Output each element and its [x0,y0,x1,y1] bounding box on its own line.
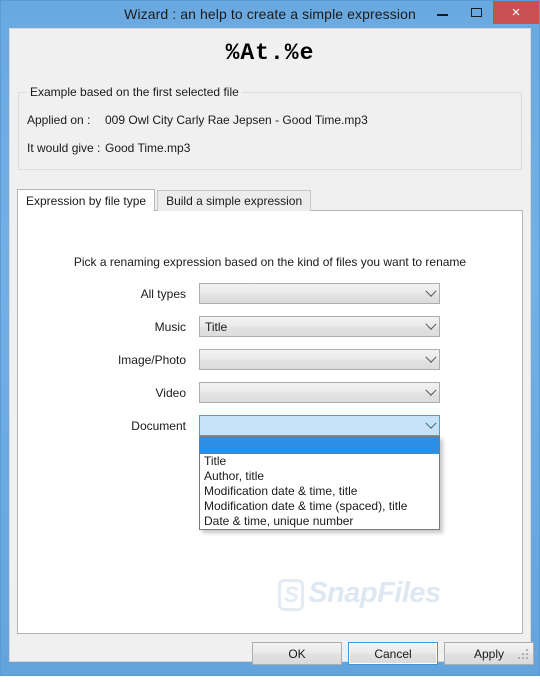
close-button[interactable]: × [493,1,539,24]
label-video: Video [155,386,186,400]
chevron-down-icon [422,318,439,331]
tab-strip: Expression by file type Build a simple e… [17,189,312,211]
chevron-down-icon [422,384,439,397]
tab-label: Expression by file type [26,193,147,208]
combo-music[interactable]: Title [199,316,440,337]
snapfiles-logo-icon: S [278,579,305,611]
panel-instruction: Pick a renaming expression based on the … [73,255,467,269]
dropdown-list-document[interactable]: Title Author, title Modification date & … [199,436,440,530]
example-groupbox-title: Example based on the first selected file [27,85,242,99]
form-row-music: Music Title [18,316,522,349]
would-give-value: Good Time.mp3 [105,141,191,155]
label-document: Document [131,419,186,433]
cancel-button[interactable]: Cancel [348,642,438,665]
label-music: Music [154,320,186,334]
dropdown-item[interactable]: Modification date & time, title [200,484,439,499]
form-row-video: Video [18,382,522,415]
resize-grip[interactable] [516,647,528,659]
combo-music-value: Title [205,319,228,334]
label-all-types: All types [140,287,186,301]
chevron-down-icon [422,417,439,430]
dropdown-item[interactable]: Date & time, unique number [200,514,439,529]
dialog-window: Wizard : an help to create a simple expr… [0,0,540,676]
minimize-icon [436,14,448,16]
example-groupbox: Example based on the first selected file… [18,85,522,170]
tab-panel: Pick a renaming expression based on the … [17,210,523,634]
applied-on-label: Applied on : [27,113,91,127]
dropdown-item[interactable]: Modification date & time (spaced), title [200,499,439,514]
chevron-down-icon [422,351,439,364]
maximize-icon [470,8,482,17]
form-row-all-types: All types [18,283,522,316]
would-give-label: It would give : [27,141,101,155]
ok-button-label: OK [288,646,306,661]
window-controls: × [425,1,539,27]
applied-on-value: 009 Owl City Carly Rae Jepsen - Good Tim… [105,113,368,127]
form-row-document: Document Title Author, title Modificatio… [18,415,522,530]
dialog-button-bar: OK Cancel Apply [10,642,534,682]
dropdown-item[interactable]: Title [200,454,439,469]
window-title: Wizard : an help to create a simple expr… [124,6,416,22]
dropdown-item-selected[interactable] [200,437,439,454]
snapfiles-watermark-text: SnapFiles [308,577,441,609]
combo-all-types[interactable] [199,283,440,304]
applied-on-row: Applied on : 009 Owl City Carly Rae Jepse… [27,113,368,127]
snapfiles-watermark: S SnapFiles [278,577,441,611]
dropdown-item[interactable]: Author, title [200,469,439,484]
apply-button-label: Apply [473,646,505,661]
form-row-image-photo: Image/Photo [18,349,522,382]
close-icon: × [511,4,521,21]
would-give-row: It would give : Good Time.mp3 [27,141,190,155]
label-image-photo: Image/Photo [117,353,186,367]
file-type-form: All types Music Title Image/Photo Video … [18,283,522,530]
chevron-down-icon [422,285,439,298]
expression-preview: %At.%e [225,40,315,66]
combo-image-photo[interactable] [199,349,440,370]
tab-label: Build a simple expression [166,194,303,208]
combo-document[interactable] [199,415,440,436]
maximize-button[interactable] [459,1,493,24]
tab-build-a-simple-expression[interactable]: Build a simple expression [157,190,312,211]
ok-button[interactable]: OK [252,642,342,665]
combo-video[interactable] [199,382,440,403]
dialog-client-area: %At.%e Example based on the first select… [9,28,534,665]
tab-expression-by-file-type[interactable]: Expression by file type [17,189,156,211]
cancel-button-label: Cancel [374,646,412,661]
minimize-button[interactable] [425,1,459,24]
title-bar[interactable]: Wizard : an help to create a simple expr… [1,1,539,27]
